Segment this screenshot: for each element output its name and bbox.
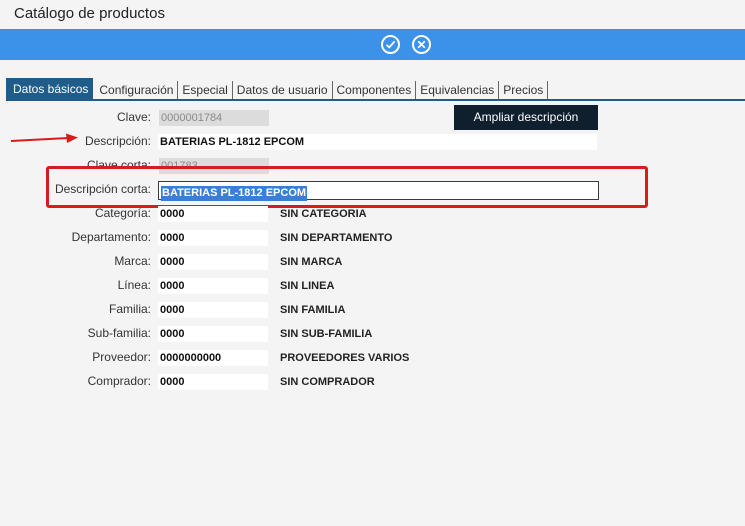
proveedor-label: Proveedor: <box>92 350 151 364</box>
departamento-name: SIN DEPARTAMENTO <box>280 232 393 244</box>
marca-label: Marca: <box>114 254 151 268</box>
tab-underline <box>6 99 745 101</box>
subfamilia-name: SIN SUB-FAMILIA <box>280 328 373 340</box>
tab-especial[interactable]: Especial <box>178 81 233 100</box>
linea-name: SIN LINEA <box>280 280 335 292</box>
tab-precios[interactable]: Precios <box>499 81 549 100</box>
descripcion-corta-label: Descripción corta: <box>54 182 151 196</box>
categoria-code-field[interactable]: 0000 <box>158 206 268 222</box>
window-title: Catálogo de productos <box>14 5 165 22</box>
descripcion-label: Descripción: <box>84 134 151 148</box>
ampliar-descripcion-button[interactable]: Ampliar descripción <box>454 105 598 130</box>
clave-label: Clave: <box>116 110 151 124</box>
marca-name: SIN MARCA <box>280 256 343 268</box>
tab-datos-basicos[interactable]: Datos básicos <box>6 78 94 100</box>
clave-field: 0000001784 <box>159 110 269 126</box>
descripcion-field[interactable]: BATERIAS PL-1812 EPCOM <box>158 134 597 150</box>
familia-label: Familia: <box>108 302 151 316</box>
categoria-label: Categoría: <box>94 206 151 220</box>
proveedor-code-field[interactable]: 0000000000 <box>158 350 268 366</box>
tab-componentes[interactable]: Componentes <box>333 81 417 100</box>
comprador-label: Comprador: <box>87 374 151 388</box>
tab-equivalencias[interactable]: Equivalencias <box>416 81 500 100</box>
title-bar: Catálogo de productos <box>0 0 745 29</box>
familia-name: SIN FAMILIA <box>280 304 346 316</box>
comprador-code-field[interactable]: 0000 <box>158 374 268 390</box>
descripcion-corta-selected-text: BATERIAS PL-1812 EPCOM <box>161 186 308 201</box>
categoria-name: SIN CATEGORIA <box>280 208 367 220</box>
toolbar <box>0 29 745 60</box>
check-circle-icon[interactable] <box>381 35 400 54</box>
proveedor-name: PROVEEDORES VARIOS <box>280 352 410 364</box>
tab-bar: Datos básicos Configuración Especial Dat… <box>6 78 549 100</box>
departamento-code-field[interactable]: 0000 <box>158 230 268 246</box>
marca-code-field[interactable]: 0000 <box>158 254 268 270</box>
tab-datos-de-usuario[interactable]: Datos de usuario <box>233 81 333 100</box>
linea-label: Línea: <box>117 278 151 292</box>
familia-code-field[interactable]: 0000 <box>158 302 268 318</box>
x-circle-icon[interactable] <box>412 35 431 54</box>
tab-configuracion[interactable]: Configuración <box>95 81 179 100</box>
descripcion-corta-input[interactable]: BATERIAS PL-1812 EPCOM <box>158 181 599 201</box>
comprador-name: SIN COMPRADOR <box>280 376 375 388</box>
linea-code-field[interactable]: 0000 <box>158 278 268 294</box>
subfamilia-label: Sub-familia: <box>87 326 151 340</box>
departamento-label: Departamento: <box>71 230 151 244</box>
subfamilia-code-field[interactable]: 0000 <box>158 326 268 342</box>
